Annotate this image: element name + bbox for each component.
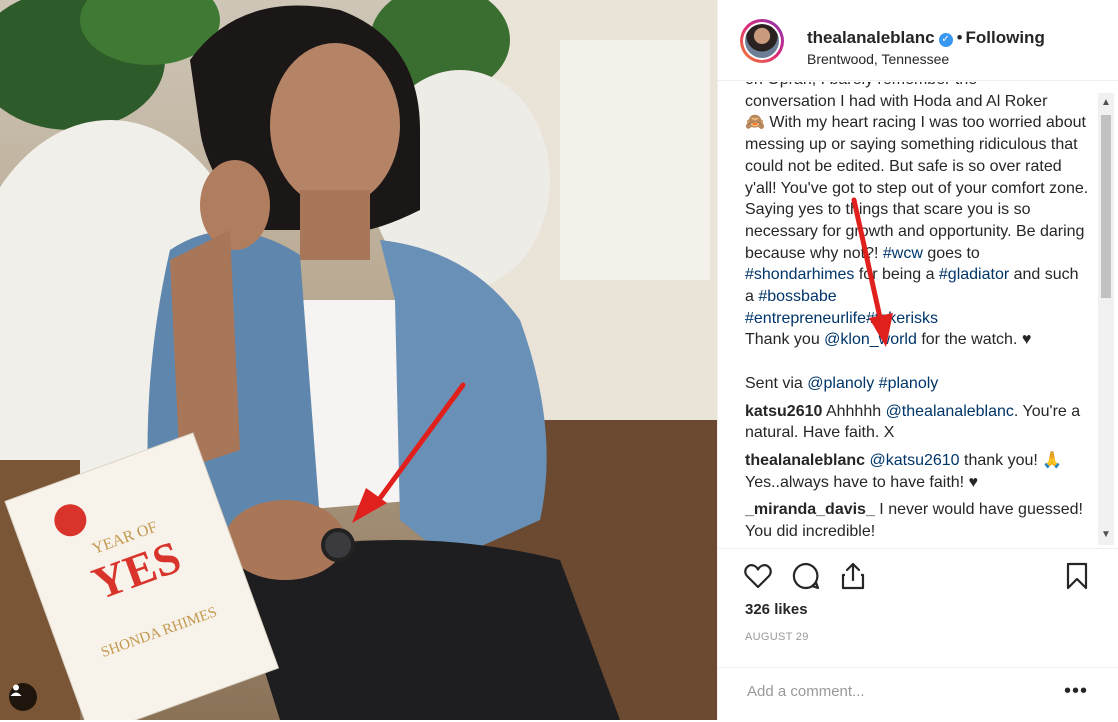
post-side-panel: thealanaleblanc ✓ • Following Brentwood, Te… (717, 0, 1118, 720)
scroll-down-icon[interactable]: ▼ (1098, 527, 1114, 543)
verified-badge-icon: ✓ (938, 33, 953, 47)
scroll-up-icon[interactable]: ▲ (1098, 95, 1114, 111)
comment-item: _miranda_davis_ I never would have guess… (745, 501, 1083, 541)
comment-bubble-icon[interactable] (791, 561, 821, 591)
more-options-icon[interactable]: ••• (1064, 680, 1088, 703)
comment-item: thealanaleblanc @katsu2610 thank you! 🙏 … (745, 451, 1063, 491)
comment-box: ••• (718, 667, 1118, 722)
comment-username[interactable]: _miranda_davis_ (745, 501, 875, 518)
hashtag-planoly[interactable]: #planoly (879, 375, 939, 392)
photo-illustration: YES YEAR OF SHONDA RHIMES (0, 0, 717, 720)
hashtag-entrepreneurlife[interactable]: #entrepreneurlife (745, 310, 866, 327)
like-heart-icon[interactable] (743, 561, 773, 591)
add-comment-input[interactable] (745, 682, 1049, 701)
comments-scrollbar[interactable]: ▲ ▼ (1098, 93, 1114, 545)
hashtag-gladiator[interactable]: #gladiator (939, 266, 1009, 283)
comments-list[interactable]: on Oprah, I barely remember the conversa… (745, 82, 1090, 546)
separator-dot: • (956, 28, 963, 47)
caption-text: conversation I had with Hoda and Al Roke… (745, 92, 1089, 392)
user-row: thealanaleblanc ✓ • Following (807, 28, 1045, 48)
post-date[interactable]: AUGUST 29 (745, 631, 809, 643)
save-bookmark-icon[interactable] (1062, 561, 1092, 591)
comment-username[interactable]: thealanaleblanc (745, 452, 865, 469)
comment-username[interactable]: katsu2610 (745, 403, 822, 420)
username-link[interactable]: thealanaleblanc (807, 28, 935, 47)
scroll-thumb[interactable] (1101, 115, 1111, 298)
share-icon[interactable] (838, 561, 868, 591)
avatar[interactable] (740, 19, 784, 63)
comment-mention[interactable]: @katsu2610 (870, 452, 960, 469)
post-header: thealanaleblanc ✓ • Following Brentwood, Te… (718, 0, 1118, 81)
hashtag-wcw[interactable]: #wcw (883, 245, 923, 262)
caption-clipped-line: on Oprah, I barely remember the (745, 82, 1090, 91)
tagged-user-icon[interactable] (9, 683, 37, 711)
mention-planoly[interactable]: @planoly (807, 375, 874, 392)
comment-mention[interactable]: @thealanaleblanc (886, 403, 1014, 420)
following-button[interactable]: Following (966, 28, 1045, 47)
mention-klon-world[interactable]: @klon_world (824, 331, 917, 348)
hashtag-shondarhimes[interactable]: #shondarhimes (745, 266, 854, 283)
hashtag-takerisks[interactable]: #takerisks (866, 310, 938, 327)
hashtag-bossbabe[interactable]: #bossbabe (758, 288, 836, 305)
post-actions: 326 likes AUGUST 29 ••• (718, 548, 1118, 721)
location-link[interactable]: Brentwood, Tennessee (807, 51, 949, 67)
comment-item: katsu2610 Ahhhhh @thealanaleblanc. You'r… (745, 402, 1081, 442)
likes-count[interactable]: 326 likes (745, 601, 808, 618)
post-photo[interactable]: YES YEAR OF SHONDA RHIMES (0, 0, 717, 720)
